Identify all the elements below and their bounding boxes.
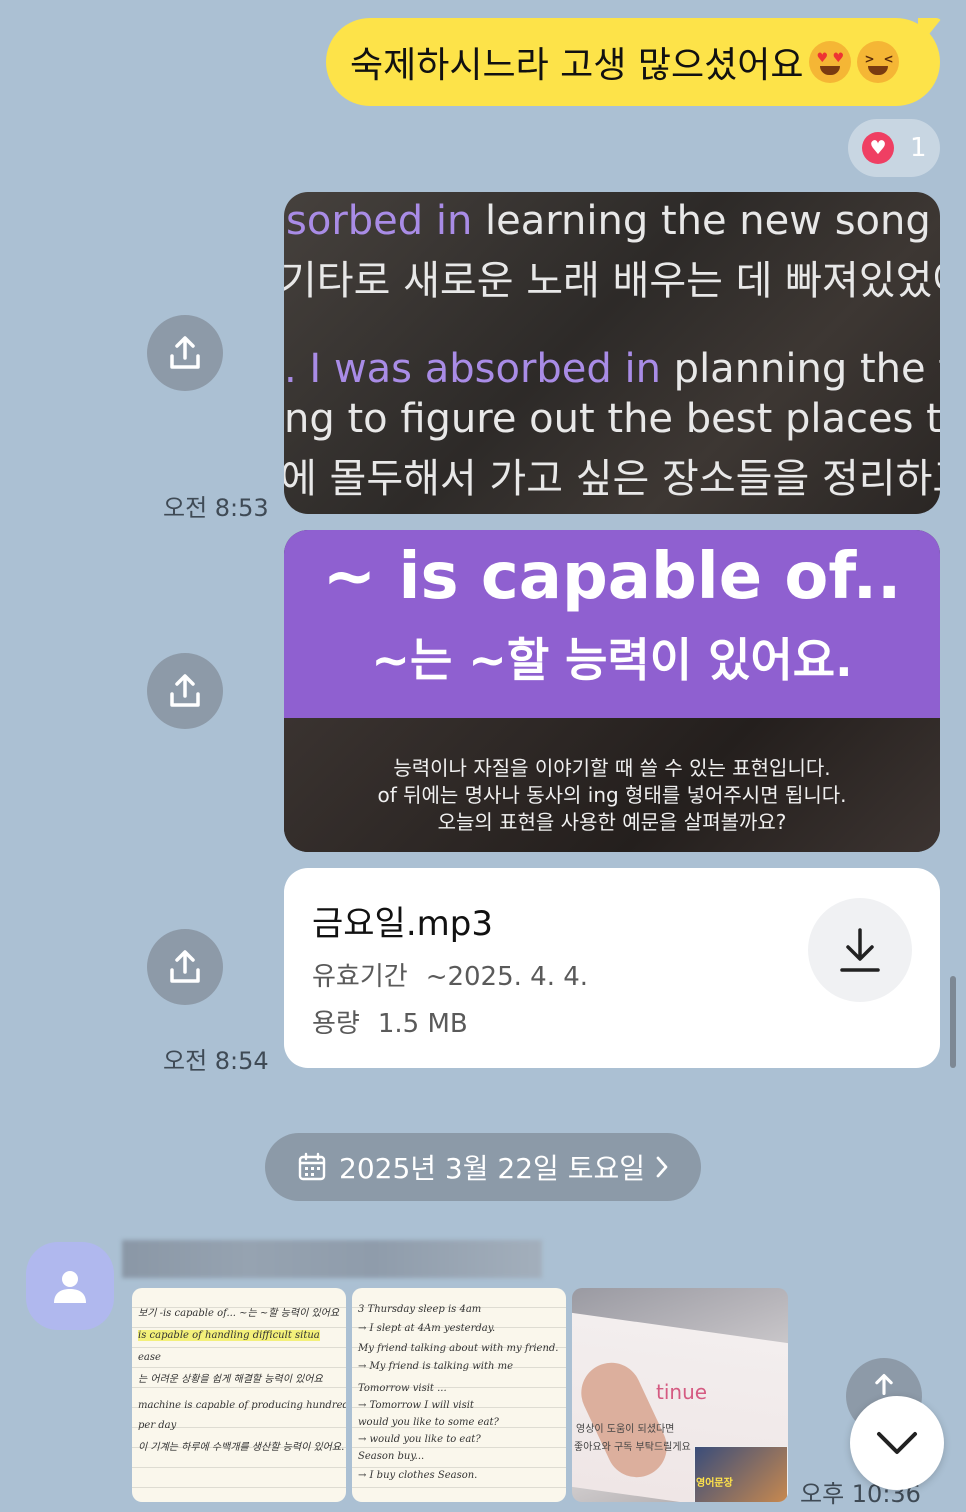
handwriting-line: Season buy... — [358, 1451, 425, 1462]
handwriting-line: would you like to some eat? — [358, 1417, 499, 1428]
chevron-down-icon — [877, 1432, 917, 1454]
expiry-value: ~2025. 4. 4. — [425, 962, 589, 992]
handwriting-line: 3 Thursday sleep is 4am — [358, 1304, 482, 1315]
laughing-emoji-icon: > < — [857, 41, 900, 83]
sender-name-blurred — [122, 1240, 542, 1278]
scroll-to-bottom-button[interactable] — [850, 1396, 944, 1490]
file-size: 용량 1.5 MB — [312, 1003, 468, 1040]
handwriting-line: → I buy clothes Season. — [358, 1470, 478, 1481]
image-description-line: 오늘의 표현을 사용한 예문을 살펴볼까요? — [437, 810, 787, 834]
image-text-line: 기타로 새로운 노래 배우는 데 빠져있었어 — [284, 258, 940, 304]
person-icon — [54, 1271, 86, 1303]
share-button[interactable] — [147, 653, 223, 729]
image-text-line: . I was absorbed in planning the tri — [284, 346, 940, 392]
date-separator-text: 2025년 3월 22일 토요일 — [339, 1152, 645, 1185]
scrollbar[interactable] — [950, 976, 956, 1068]
share-button[interactable] — [147, 929, 223, 1005]
handwriting-line: → would you like to eat? — [358, 1434, 481, 1445]
heart-eyes-emoji-icon: ♥ ♥ — [809, 41, 852, 83]
message-time: 오전 8:54 — [163, 1047, 269, 1075]
photo-thumbnail-notebook-2[interactable]: 3 Thursday sleep is 4am → I slept at 4Am… — [352, 1288, 566, 1502]
handwriting-line: per day — [138, 1420, 177, 1431]
file-expiry: 유효기간 ~2025. 4. 4. — [312, 956, 588, 993]
message-time: 오전 8:53 — [163, 494, 269, 522]
reaction-count: 1 — [910, 133, 927, 163]
download-button[interactable] — [808, 898, 912, 1002]
handwriting-line: → I slept at 4Am yesterday. — [358, 1323, 496, 1334]
photo-thumbnail-tablet[interactable]: tinue 영상이 도움이 되셨다면 좋아요와 구독 부탁드릴게요 영어문장 — [572, 1288, 788, 1502]
photo-text: 좋아요와 구독 부탁드릴게요 — [574, 1442, 691, 1453]
photo-text: 영상이 도움이 되셨다면 — [576, 1424, 675, 1435]
video-thumbnail-text: 영어문장 — [696, 1478, 733, 1489]
reaction-badge[interactable]: ♥ 1 — [848, 119, 940, 177]
image-text-line: ng to figure out the best places to v — [284, 396, 940, 442]
outgoing-message-bubble[interactable]: 숙제하시느라 고생 많으셨어요 ♥ ♥ > < — [326, 18, 940, 106]
handwriting-line: Tomorrow visit ... — [358, 1383, 447, 1394]
download-icon — [840, 928, 880, 972]
image-title: ~ is capable of.. — [322, 540, 902, 614]
photo-thumbnail-notebook-1[interactable]: 보기 -is capable of... ~는 ~할 능력이 있어요 is ca… — [132, 1288, 346, 1502]
share-icon — [170, 336, 200, 369]
avatar[interactable] — [26, 1242, 114, 1330]
image-text-line: sorbed in learning the new song or — [286, 198, 940, 244]
file-name: 금요일.mp3 — [312, 904, 493, 944]
outgoing-message-text: 숙제하시느라 고생 많으셨어요 — [350, 45, 804, 86]
handwriting-line: 보기 -is capable of... ~는 ~할 능력이 있어요 — [138, 1308, 340, 1319]
file-attachment-card[interactable]: 금요일.mp3 유효기간 ~2025. 4. 4. 용량 1.5 MB — [284, 868, 940, 1068]
size-value: 1.5 MB — [377, 1009, 468, 1039]
photo-word: tinue — [656, 1380, 708, 1404]
handwriting-line: 이 기계는 하루에 수백개를 생산할 능력이 있어요. — [138, 1442, 345, 1453]
handwriting-line: is capable of handling difficult situa — [138, 1330, 320, 1341]
image-description-line: of 뒤에는 명사나 동사의 ing 형태를 넣어주시면 됩니다. — [377, 783, 847, 807]
expiry-label: 유효기간 — [312, 962, 408, 992]
handwriting-line: → Tomorrow I will visit — [358, 1400, 474, 1411]
handwriting-line: My friend talking about with my friend. — [358, 1343, 559, 1354]
image-message-2[interactable]: ~ is capable of.. ~는 ~할 능력이 있어요. 능력이나 자질… — [284, 530, 940, 852]
heart-reaction-icon: ♥ — [862, 132, 894, 164]
handwriting-line: machine is capable of producing hundreds — [138, 1400, 346, 1411]
share-icon — [170, 674, 200, 707]
size-label: 용량 — [312, 1009, 360, 1039]
share-icon — [170, 950, 200, 983]
handwriting-line: 는 어려운 상황을 쉽게 해결할 능력이 있어요 — [138, 1374, 323, 1385]
image-text-line: 에 몰두해서 가고 싶은 장소들을 정리하고 — [284, 456, 940, 502]
image-description-line: 능력이나 자질을 이야기할 때 쓸 수 있는 표현입니다. — [393, 756, 831, 780]
calendar-icon — [298, 1152, 326, 1181]
handwriting-line: → My friend is talking with me — [358, 1361, 514, 1372]
share-button[interactable] — [147, 315, 223, 391]
chevron-right-icon — [656, 1156, 668, 1178]
date-separator[interactable]: 2025년 3월 22일 토요일 — [265, 1133, 701, 1201]
image-message-1[interactable]: sorbed in learning the new song or 기타로 새… — [284, 192, 940, 514]
handwriting-line: ease — [138, 1352, 161, 1363]
image-subtitle: ~는 ~할 능력이 있어요. — [371, 633, 853, 687]
